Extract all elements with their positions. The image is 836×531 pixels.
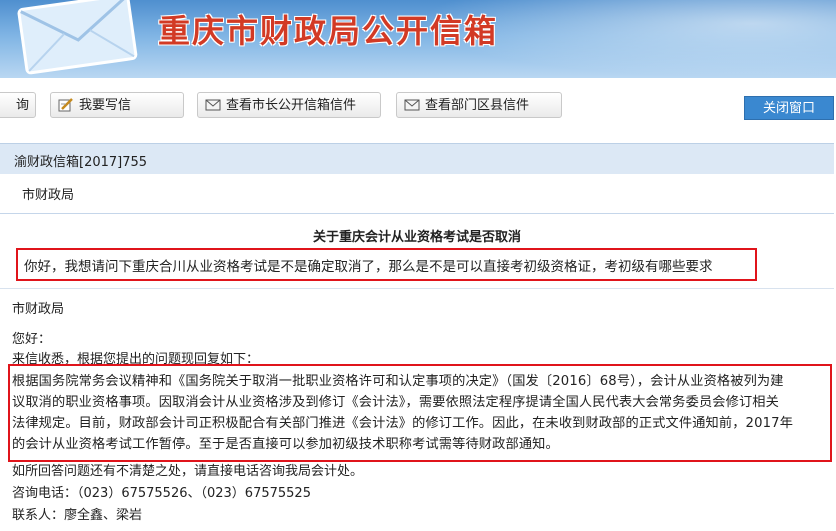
reply-greeting: 您好： [12, 332, 52, 347]
letter-content: 渝财政信箱[2017]755 市财政局 关于重庆会计从业资格考试是否取消 你好，… [0, 140, 836, 531]
reply-line: 议取消的职业资格事项。因取消会计从业资格涉及到修订《会计法》，需要依照法定程序提… [12, 395, 779, 410]
mail-icon [404, 99, 420, 111]
section-divider [0, 288, 834, 289]
reply-from: 市财政局 [12, 302, 65, 317]
close-window-button[interactable]: 关闭窗口 [744, 96, 834, 120]
mail-icon [205, 99, 221, 111]
reply-line: 的会计从业资格考试工作暂停。至于是否直接可以参加初级技术职称考试需等待财政部通知… [12, 437, 559, 452]
page-title: 重庆市财政局公开信箱 [158, 12, 499, 50]
letter-number: 渝财政信箱[2017]755 [14, 155, 148, 170]
letter-recipient: 市财政局 [22, 188, 75, 203]
reply-line: 根据国务院常务会议精神和《国务院关于取消一批职业资格许可和认定事项的决定》（国发… [12, 374, 784, 389]
toolbar: 询 我要写信 查看市长公开信箱信件 查看部门区县信件 [0, 78, 836, 138]
reply-closing: 如所回答问题还有不清楚之处，请直接电话咨询我局会计处。 [12, 464, 364, 479]
letter-subject: 关于重庆会计从业资格考试是否取消 [312, 230, 521, 245]
recipient-row: 市财政局 [0, 174, 834, 212]
mayor-letters-button[interactable]: 查看市长公开信箱信件 [197, 92, 381, 118]
reply-paragraph: 根据国务院常务会议精神和《国务院关于取消一批职业资格许可和认定事项的决定》（国发… [12, 371, 832, 455]
pencil-note-icon [58, 98, 73, 112]
header-banner: 重庆市财政局公开信箱 [0, 0, 836, 78]
envelope-icon [17, 0, 138, 75]
write-letter-label: 我要写信 [79, 98, 132, 113]
dept-letters-button[interactable]: 查看部门区县信件 [396, 92, 562, 118]
mayor-letters-label: 查看市长公开信箱信件 [226, 98, 357, 113]
dept-letters-label: 查看部门区县信件 [425, 98, 530, 113]
toolbar-partial-label: 询 [15, 98, 29, 113]
letter-number-row: 渝财政信箱[2017]755 [0, 143, 834, 174]
reply-contact: 联系人：廖全鑫、梁岩 [12, 508, 143, 523]
write-letter-button[interactable]: 我要写信 [50, 92, 184, 118]
toolbar-partial-button[interactable]: 询 [0, 92, 36, 118]
letter-question: 你好，我想请问下重庆合川从业资格考试是不是确定取消了，那么是不是可以直接考初级资… [24, 259, 713, 275]
reply-phone: 咨询电话：（023）67575526、（023）67575525 [12, 486, 311, 501]
reply-line: 法律规定。目前，财政部会计司正积极配合有关部门推进《会计法》的修订工作。因此，在… [12, 416, 794, 431]
